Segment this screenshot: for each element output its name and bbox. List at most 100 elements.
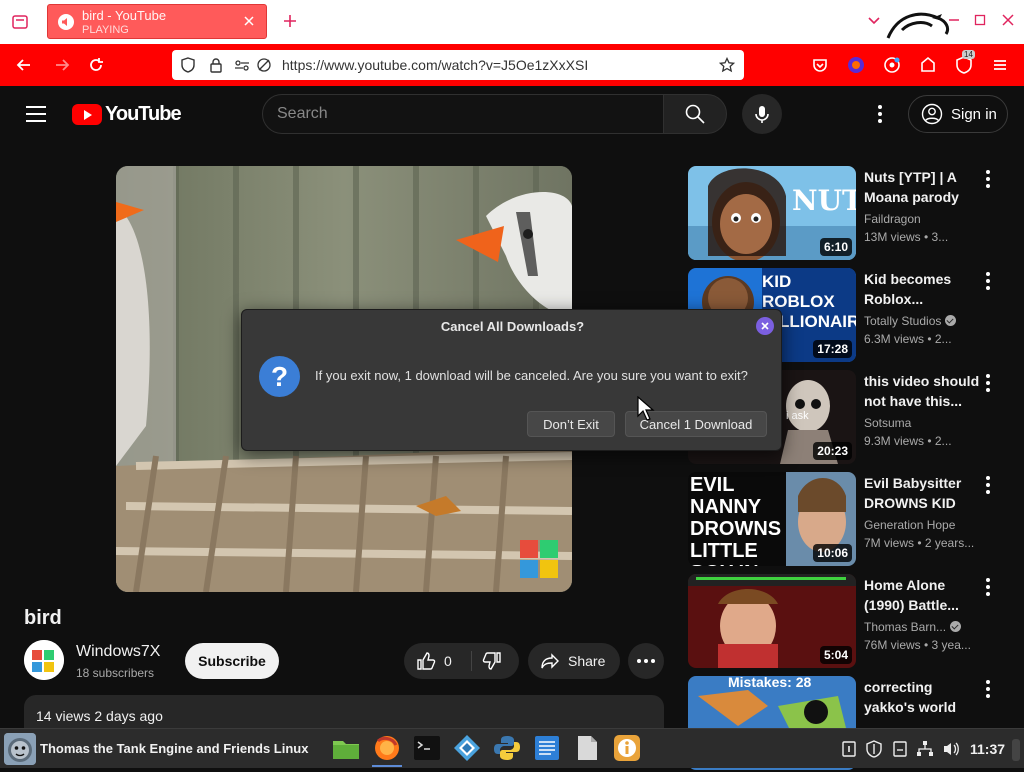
extension-puzzle-icon[interactable] [918, 55, 938, 75]
maximize-icon[interactable] [972, 12, 988, 28]
firefox-account-icon[interactable] [846, 55, 866, 75]
recommendation-menu-icon[interactable] [984, 578, 992, 598]
bookmark-star-icon[interactable] [718, 56, 736, 73]
start-menu-thomas-icon[interactable] [4, 733, 36, 765]
forward-arrow-icon[interactable] [52, 55, 72, 75]
network-tray-icon[interactable] [916, 740, 934, 758]
lock-icon[interactable] [208, 57, 224, 73]
recommendation-channel[interactable]: Thomas Barn... [864, 620, 962, 634]
url-text[interactable]: https://www.youtube.com/watch?v=J5Oe1zXx… [282, 57, 588, 73]
video-duration: 5:04 [819, 646, 852, 664]
more-actions-icon[interactable] [628, 643, 664, 679]
recommendation-title[interactable]: Home Alone (1990) Battle... [864, 575, 982, 615]
recommendation-channel[interactable]: Faildragon [864, 212, 921, 226]
verified-icon [945, 315, 957, 326]
folder-icon[interactable] [331, 733, 361, 763]
dont-exit-button[interactable]: Don’t Exit [527, 411, 615, 437]
recommendation-item[interactable]: NUTS 6:10 Nuts [YTP] | A Moana parody Fa… [688, 166, 1008, 262]
recommendation-channel[interactable]: Sotsuma [864, 416, 911, 430]
back-arrow-icon[interactable] [14, 55, 34, 75]
new-tab-icon[interactable] [280, 11, 300, 31]
share-arrow-icon [541, 653, 559, 669]
autoplay-blocked-icon[interactable] [256, 57, 272, 73]
menu-icon[interactable] [26, 106, 46, 122]
cancel-downloads-dialog: Cancel All Downloads? ? If you exit now,… [241, 309, 782, 451]
channel-name[interactable]: Windows7X [76, 643, 160, 661]
dialog-title: Cancel All Downloads? [440, 319, 585, 334]
search-input[interactable] [277, 105, 637, 123]
window-close-icon[interactable] [1000, 12, 1016, 28]
text-editor-icon[interactable] [532, 733, 562, 763]
clipboard-tray-icon[interactable] [840, 740, 858, 758]
recommendation-title[interactable]: Nuts [YTP] | A Moana parody [864, 167, 982, 207]
subscribe-button[interactable]: Subscribe [185, 643, 279, 679]
recommendation-item[interactable]: EVIL NANNY DROWNS LITTLE BOY IN POOL 10:… [688, 472, 1008, 568]
sign-in-label: Sign in [951, 105, 997, 123]
tab-list-icon[interactable] [8, 10, 32, 34]
share-label: Share [568, 653, 606, 669]
recommendation-title[interactable]: this video should not have this... [864, 371, 982, 411]
browser-tab-active[interactable]: bird - YouTube PLAYING [47, 4, 267, 39]
sign-in-button[interactable]: Sign in [908, 95, 1008, 133]
recommendation-title[interactable]: Kid becomes Roblox... [864, 269, 982, 309]
youtube-header: YouTube Sign in [0, 86, 1024, 142]
firefox-taskbar-icon[interactable] [372, 733, 402, 767]
dialog-close-icon[interactable] [756, 317, 774, 335]
recommendation-menu-icon[interactable] [984, 170, 992, 190]
youtube-logo[interactable]: YouTube [72, 103, 182, 125]
recommendation-meta: 76M views • 3 yea... [864, 638, 971, 652]
dialog-message: If you exit now, 1 download will be canc… [315, 368, 748, 383]
taskbar: Thomas the Tank Engine and Friends Linux… [0, 728, 1024, 768]
video-duration: 17:28 [813, 340, 852, 358]
recommendation-menu-icon[interactable] [984, 680, 992, 700]
show-desktop-button[interactable] [1012, 739, 1020, 761]
thumbnail-text: NUTS [792, 184, 856, 217]
like-count: 0 [444, 653, 452, 669]
security-shield-tray-icon[interactable] [865, 740, 883, 758]
shield-icon[interactable] [180, 57, 196, 73]
taskbar-clock[interactable]: 11:37 [970, 741, 1005, 757]
voice-search-button[interactable] [742, 94, 782, 134]
speaker-icon[interactable] [58, 14, 74, 30]
recommendation-title[interactable]: Evil Babysitter DROWNS KID in... [864, 473, 982, 513]
app-compass-icon[interactable] [452, 733, 482, 763]
video-thumbnail[interactable]: 5:04 [688, 574, 856, 668]
like-dislike-group: 0 [404, 643, 519, 679]
recommendation-item[interactable]: 5:04 Home Alone (1990) Battle... Thomas … [688, 574, 1008, 670]
channel-avatar[interactable] [24, 640, 64, 680]
permissions-icon[interactable] [234, 57, 250, 73]
thumbs-down-icon[interactable] [482, 651, 502, 671]
microphone-icon [755, 106, 769, 123]
thumbs-up-icon[interactable] [416, 651, 436, 671]
python-icon[interactable] [492, 733, 522, 763]
share-button[interactable]: Share [528, 643, 620, 679]
thumbnail-text: i ask [786, 410, 809, 422]
video-thumbnail[interactable]: NUTS 6:10 [688, 166, 856, 260]
reload-icon[interactable] [86, 55, 106, 75]
tab-subtitle: PLAYING [82, 24, 129, 36]
extension-shield-icon[interactable] [882, 55, 902, 75]
terminal-icon[interactable] [412, 733, 442, 763]
volume-tray-icon[interactable] [942, 740, 960, 758]
recommendation-title[interactable]: correcting yakko's world [864, 677, 982, 717]
updates-tray-icon[interactable] [891, 740, 909, 758]
mouse-cursor-icon [637, 396, 655, 421]
recommendation-channel[interactable]: Generation Hope [864, 518, 955, 532]
recommendation-menu-icon[interactable] [984, 272, 992, 292]
tab-close-icon[interactable] [242, 14, 256, 28]
search-button[interactable] [663, 94, 727, 134]
address-bar[interactable]: https://www.youtube.com/watch?v=J5Oe1zXx… [172, 50, 744, 80]
recommendation-channel[interactable]: Totally Studios [864, 314, 957, 328]
video-thumbnail[interactable]: EVIL NANNY DROWNS LITTLE BOY IN POOL 10:… [688, 472, 856, 566]
pocket-icon[interactable] [810, 55, 830, 75]
hamburger-menu-icon[interactable] [990, 55, 1010, 75]
browser-navbar: https://www.youtube.com/watch?v=J5Oe1zXx… [0, 44, 1024, 86]
subscriber-count: 18 subscribers [76, 666, 155, 680]
info-app-icon[interactable] [612, 733, 642, 763]
search-box[interactable] [262, 94, 664, 134]
recommendation-menu-icon[interactable] [984, 374, 992, 394]
recommendation-menu-icon[interactable] [984, 476, 992, 496]
settings-kebab-icon[interactable] [870, 104, 890, 124]
minimize-icon[interactable] [946, 12, 962, 28]
document-viewer-icon[interactable] [572, 733, 602, 763]
